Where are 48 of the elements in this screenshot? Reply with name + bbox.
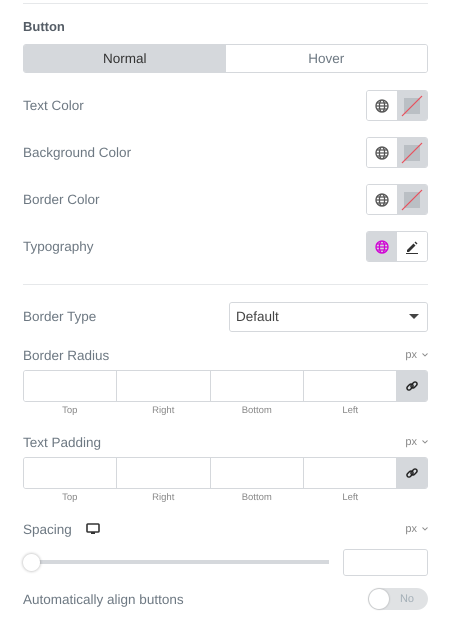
field-label: Spacing: [23, 522, 72, 536]
input-field[interactable]: [24, 371, 118, 401]
empty-swatch-icon: [401, 142, 423, 164]
side-label: Right: [151, 405, 176, 418]
link-button[interactable]: [396, 371, 427, 401]
tab[interactable]: Normal: [24, 45, 226, 72]
side-label: Right: [151, 492, 176, 505]
chevron-down-icon: [422, 527, 428, 531]
side-label: Top: [61, 405, 78, 418]
caret-icon: [409, 314, 419, 320]
field-label: Text Padding: [23, 434, 102, 450]
link-icon: [404, 379, 418, 393]
section-title: Button: [23, 19, 66, 35]
chevron-down-icon: [422, 440, 428, 444]
input-field[interactable]: [24, 458, 118, 488]
globe-icon: [375, 192, 389, 206]
color-swatch-button[interactable]: [397, 138, 427, 167]
unit-selector[interactable]: px: [405, 523, 428, 535]
field-label: Automatically align buttons: [23, 592, 184, 606]
unit-selector[interactable]: px: [405, 436, 428, 448]
field-label: Text Color: [23, 98, 84, 113]
color-swatch-button[interactable]: [397, 185, 427, 214]
field-label: Typography: [23, 239, 94, 254]
slider-handle[interactable]: [23, 554, 40, 570]
monitor-icon: [86, 523, 100, 535]
field-label: Border Color: [23, 192, 100, 207]
side-label: Top: [61, 492, 78, 505]
input-field[interactable]: [343, 548, 428, 576]
globe-icon: [375, 240, 389, 254]
unit-selector[interactable]: px: [405, 349, 428, 361]
side-label: Left: [341, 492, 360, 505]
side-label: Left: [341, 405, 360, 418]
field-label: Background Color: [23, 145, 132, 160]
side-label: Bottom: [240, 492, 273, 505]
globe-icon: [375, 146, 389, 160]
field-label: Border Type: [23, 309, 96, 324]
link-button[interactable]: [396, 458, 427, 488]
color-swatch-button[interactable]: [397, 91, 427, 120]
side-label: Bottom: [240, 405, 273, 418]
link-icon: [404, 466, 418, 480]
chevron-down-icon: [422, 353, 428, 357]
field-label: Border Radius: [23, 348, 110, 362]
select-value: Default: [236, 309, 279, 324]
pencil-icon: [405, 240, 419, 254]
empty-swatch-icon: [401, 188, 423, 210]
empty-swatch-icon: [401, 94, 423, 116]
border-type-select[interactable]: Default: [229, 302, 428, 332]
globe-icon: [375, 98, 389, 112]
